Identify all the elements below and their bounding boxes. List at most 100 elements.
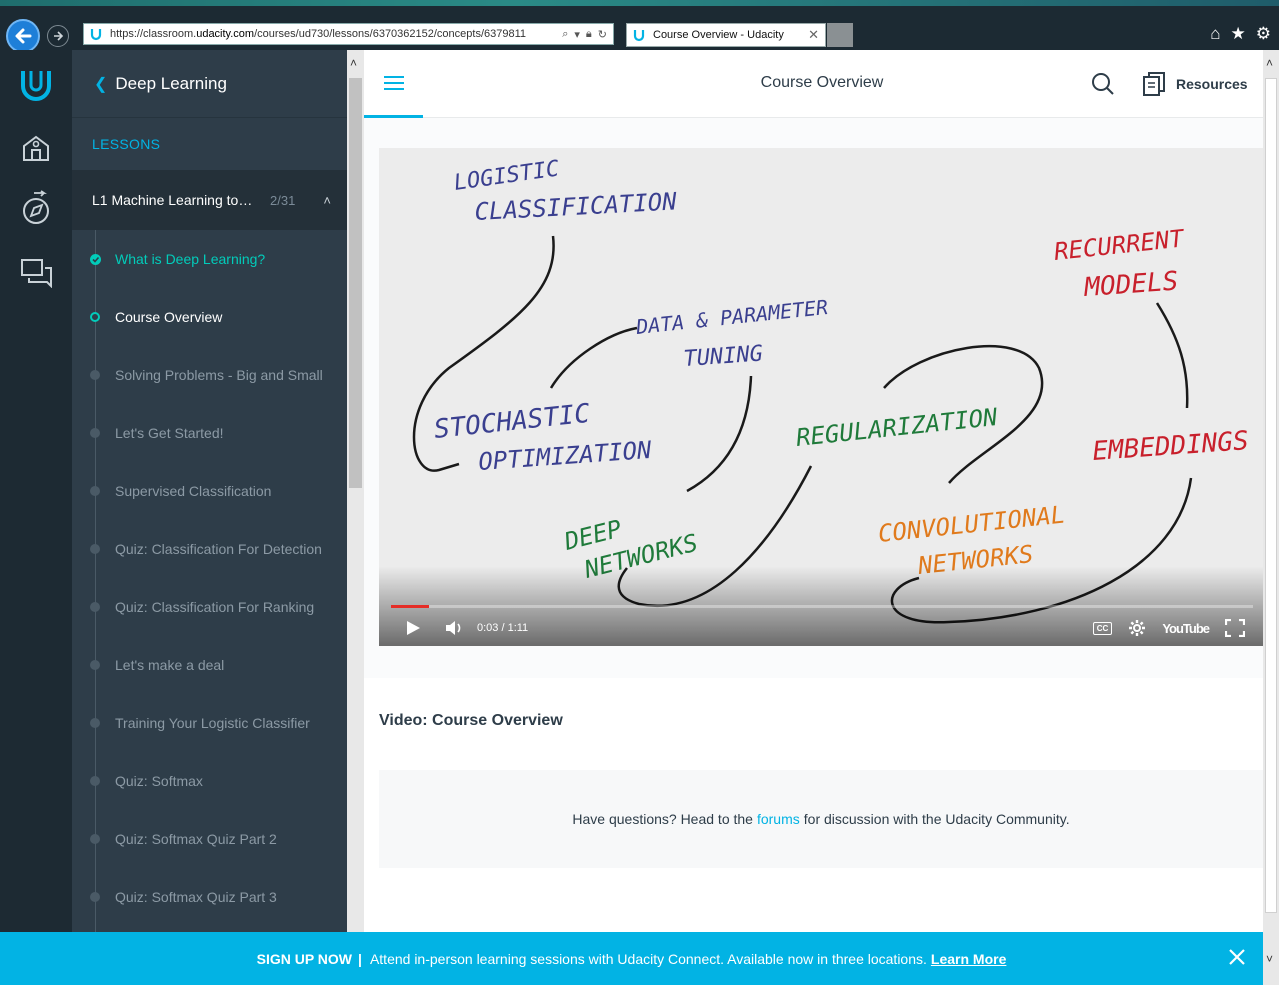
search-button[interactable]: [1091, 72, 1115, 96]
video-caption: Video: Course Overview: [379, 712, 563, 729]
progress-dot-icon: [90, 428, 100, 438]
favorites-star-icon[interactable]: ★: [1231, 24, 1246, 44]
concept-label: Quiz: Classification For Detection: [115, 541, 322, 557]
search-icon[interactable]: ⌕: [562, 28, 568, 41]
concept-label: Let's Get Started!: [115, 425, 224, 441]
board-word-data-parameter: DATA & PARAMETER: [634, 295, 829, 339]
lesson-title: L1 Machine Learning to Deep Learning: [92, 192, 256, 208]
board-word-optimization: OPTIMIZATION: [477, 436, 652, 476]
document-stack-icon: [1143, 72, 1165, 96]
board-word-regularization: REGULARIZATION: [795, 403, 1000, 452]
content-topbar: Course Overview Resources: [364, 50, 1263, 118]
learn-more-link[interactable]: Learn More: [931, 951, 1006, 967]
play-icon[interactable]: [405, 620, 421, 636]
window-title-stripe: [0, 0, 1279, 6]
progress-dot-icon: [90, 602, 100, 612]
concept-item[interactable]: What is Deep Learning?: [72, 230, 347, 288]
concept-item[interactable]: Course Overview: [72, 288, 347, 346]
scroll-down-area[interactable]: ˅: [1263, 932, 1279, 985]
scroll-down-arrow-icon[interactable]: ˅: [1266, 952, 1273, 966]
banner-signup-label[interactable]: SIGN UP NOW: [257, 951, 352, 967]
dropdown-icon[interactable]: ▾: [574, 28, 580, 41]
udacity-nav-rail: [0, 50, 72, 932]
url-text: https://classroom.udacity.com/courses/ud…: [110, 28, 556, 40]
scroll-up-arrow-icon[interactable]: ˄: [350, 56, 357, 70]
concept-label: Quiz: Classification For Ranking: [115, 599, 315, 615]
chat-forum-icon[interactable]: [18, 254, 54, 290]
volume-icon[interactable]: [445, 620, 463, 636]
concept-label: Let's make a deal: [115, 657, 225, 673]
lesson-progress-count: 2/31: [270, 192, 296, 208]
compass-catalog-icon[interactable]: [18, 190, 54, 226]
progress-dot-icon: [90, 718, 100, 728]
main-scrollbar[interactable]: ˄: [1263, 50, 1279, 932]
progress-dot-icon: [90, 776, 100, 786]
concept-item[interactable]: Quiz: Classification For Detection: [72, 520, 347, 578]
concept-label: Supervised Classification: [115, 483, 272, 499]
youtube-logo-button[interactable]: YouTube: [1162, 621, 1210, 636]
forum-prefix-text: Have questions? Head to the: [572, 811, 753, 827]
signup-banner: SIGN UP NOW | Attend in-person learning …: [0, 932, 1263, 985]
browser-tab[interactable]: Course Overview - Udacity ✕: [626, 23, 826, 47]
browser-back-button[interactable]: [6, 19, 40, 53]
blue-words: LOGISTIC CLASSIFICATION DATA & PARAMETER…: [433, 156, 830, 476]
check-circle-icon: [90, 253, 101, 265]
home-classroom-icon[interactable]: [18, 130, 54, 166]
concept-label: Training Your Logistic Classifier: [115, 715, 310, 731]
main-scroll-thumb[interactable]: [1265, 78, 1277, 913]
board-word-stochastic: STOCHASTIC: [433, 399, 592, 445]
concept-label: Solving Problems - Big and Small: [115, 367, 323, 383]
board-word-convolutional: CONVOLUTIONAL: [877, 500, 1067, 547]
concept-item[interactable]: Supervised Classification: [72, 462, 347, 520]
settings-gear-icon[interactable]: ⚙: [1256, 24, 1271, 44]
concept-item[interactable]: Quiz: Classification For Ranking: [72, 578, 347, 636]
concept-item[interactable]: Quiz: Softmax: [72, 752, 347, 810]
captions-button[interactable]: CC: [1092, 621, 1113, 635]
fullscreen-icon[interactable]: [1225, 619, 1245, 637]
concept-item[interactable]: Let's make a deal: [72, 636, 347, 694]
lesson-header-toggle[interactable]: L1 Machine Learning to Deep Learning 2/3…: [72, 170, 347, 230]
board-word-embeddings: EMBEDDINGS: [1091, 426, 1249, 467]
arrow-left-icon: [15, 28, 32, 44]
concept-label: Quiz: Softmax Quiz Part 2: [115, 831, 277, 847]
resources-button[interactable]: Resources: [1142, 70, 1248, 98]
board-word-recurrent: RECURRENT: [1053, 224, 1187, 266]
video-progress-bar[interactable]: [391, 605, 1253, 608]
course-back-link[interactable]: ❮ Deep Learning: [72, 50, 347, 118]
url-prefix: https://classroom.: [110, 28, 197, 40]
tab-close-icon[interactable]: ✕: [808, 27, 819, 43]
progress-dot-icon: [90, 660, 100, 670]
forums-link[interactable]: forums: [757, 811, 800, 827]
settings-gear-icon[interactable]: [1128, 619, 1146, 637]
main-content: Course Overview Resources LOGISTIC CLASS…: [364, 50, 1263, 932]
udacity-logo-icon[interactable]: [18, 66, 54, 102]
concept-item[interactable]: Solving Problems - Big and Small: [72, 346, 347, 404]
lessons-heading: LESSONS: [92, 136, 161, 152]
refresh-icon[interactable]: ↻: [598, 28, 607, 41]
banner-message: Attend in-person learning sessions with …: [369, 950, 927, 967]
sidebar-scroll-thumb[interactable]: [349, 78, 362, 488]
address-bar[interactable]: https://classroom.udacity.com/courses/ud…: [83, 23, 614, 45]
browser-forward-button[interactable]: [47, 25, 69, 47]
new-tab-button[interactable]: [827, 23, 853, 47]
concept-item[interactable]: Quiz: Softmax Quiz Part 2: [72, 810, 347, 868]
concept-label: Course Overview: [115, 309, 223, 325]
browser-toolbar-right: ⌂ ★ ⚙: [1210, 24, 1271, 44]
scroll-up-arrow-icon[interactable]: ˄: [1266, 56, 1273, 70]
concept-item[interactable]: Quiz: Softmax Quiz Part 3: [72, 868, 347, 926]
concept-label: Quiz: Softmax Quiz Part 3: [115, 889, 277, 905]
tab-title: Course Overview - Udacity: [653, 29, 784, 41]
lock-icon[interactable]: 🔒︎: [586, 28, 592, 41]
video-player[interactable]: LOGISTIC CLASSIFICATION DATA & PARAMETER…: [379, 148, 1263, 646]
progress-dot-icon: [90, 486, 100, 496]
home-icon[interactable]: ⌂: [1210, 24, 1220, 44]
sidebar-scrollbar[interactable]: ˄: [347, 50, 364, 932]
browser-chrome: https://classroom.udacity.com/courses/ud…: [0, 0, 1279, 53]
video-controls: 0:03 / 1:11 CC YouTube: [379, 614, 1263, 642]
progress-dot-icon: [90, 834, 100, 844]
concept-item[interactable]: Training Your Logistic Classifier: [72, 694, 347, 752]
chevron-up-icon: ˄: [323, 192, 331, 208]
close-icon[interactable]: [1227, 947, 1247, 967]
concept-item[interactable]: Let's Get Started!: [72, 404, 347, 462]
url-path: /courses/ud730/lessons/6370362152/concep…: [254, 28, 527, 40]
